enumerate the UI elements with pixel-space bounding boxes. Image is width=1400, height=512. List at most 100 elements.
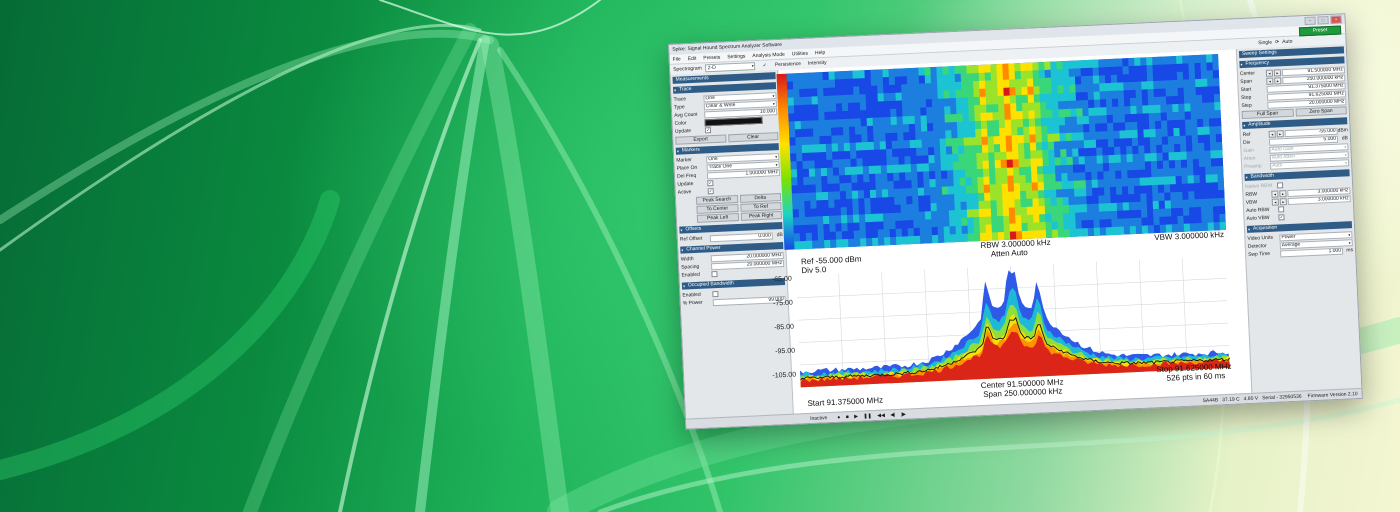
spectrogram-cell (1210, 158, 1218, 167)
zero-span-button[interactable]: Zero Span (1295, 106, 1347, 117)
spectrogram-cell (1093, 219, 1101, 229)
spectrogram-cell (1039, 214, 1046, 223)
spectrogram-cell (901, 92, 909, 101)
spectrogram-cell (1111, 210, 1118, 220)
peak-right-button[interactable]: Peak Right (740, 211, 783, 221)
spectrogram-cell (789, 145, 797, 155)
span-up-icon[interactable]: ▸ (1274, 76, 1282, 85)
vbw-down-icon[interactable]: ◂ (1271, 197, 1279, 206)
status-state: Inactive (809, 414, 828, 422)
menu-file[interactable]: File (673, 56, 681, 62)
auto-vbw-checkbox[interactable]: ✓ (1278, 214, 1285, 221)
spectrogram-cell (1008, 199, 1016, 209)
spectrogram-cell (1037, 174, 1045, 183)
ref-down-icon[interactable]: ◂ (1268, 130, 1276, 138)
swp-time-input[interactable]: 1.000 (1279, 247, 1344, 257)
spectrogram-cell (1170, 208, 1178, 217)
spectrogram-cell (794, 113, 802, 122)
spectrum-plot[interactable]: Ref -55.000 dBm Div 5.0 RBW 3.000000 kHz… (794, 230, 1242, 408)
spectrogram-cell (1011, 127, 1019, 137)
spectrogram-cell (1042, 149, 1050, 159)
spectrogram-cell (859, 222, 867, 231)
spectrogram-cell (960, 73, 968, 83)
menu-help[interactable]: Help (815, 49, 826, 55)
spectrogram-cell (918, 67, 926, 77)
single-button[interactable]: Single (1258, 40, 1272, 47)
marker-active-checkbox[interactable]: ✓ (707, 188, 714, 195)
marker-update-checkbox[interactable]: ✓ (707, 180, 714, 187)
maximize-icon[interactable]: □ (1317, 16, 1329, 25)
clear-button[interactable]: Clear (727, 132, 779, 143)
rewind-icon[interactable]: ◀◀ (877, 412, 885, 418)
spectrogram-cell (941, 170, 948, 180)
pause-icon[interactable]: ❚❚ (863, 413, 872, 419)
spectrogram-cell (1039, 85, 1047, 95)
spectrogram-cell (925, 219, 933, 229)
stop-icon[interactable]: ■ (846, 414, 849, 420)
vbw-up-icon[interactable]: ▸ (1279, 197, 1287, 205)
cp-enabled-checkbox[interactable] (711, 270, 718, 278)
rbw-down-icon[interactable]: ◂ (1271, 189, 1279, 198)
obw-enabled-checkbox[interactable] (712, 290, 719, 298)
spectrogram-cell (1092, 195, 1100, 205)
spectrogram-cell (1059, 141, 1067, 150)
native-rbw-checkbox[interactable] (1276, 182, 1284, 189)
spectrogram-cell (1172, 111, 1180, 121)
spectrogram-cell (1009, 95, 1017, 105)
spectrogram-cell (1087, 99, 1095, 109)
spectrogram-cell (909, 147, 917, 157)
ref-offset-input[interactable]: 0.000 (709, 231, 773, 242)
spectrogram-cell (1010, 119, 1018, 129)
spectrogram-cell (1113, 130, 1121, 140)
spectrogram-cell (803, 192, 811, 202)
ref-up-icon[interactable]: ▸ (1276, 129, 1284, 137)
ref-unit-select[interactable]: dBm (1337, 127, 1348, 133)
menu-presets[interactable]: Presets (703, 54, 720, 61)
spectrogram-cell (1135, 217, 1143, 227)
menu-edit[interactable]: Edit (688, 55, 697, 61)
spectrogram-cell (1120, 162, 1128, 172)
spectrogram-cell (968, 121, 976, 130)
step-back-icon[interactable]: ◀| (890, 412, 895, 418)
y-tick-label: -65.00 (771, 275, 792, 284)
menu-utilities[interactable]: Utilities (792, 50, 808, 57)
spectrogram-cell (1080, 204, 1088, 213)
spectrogram-cell (1095, 139, 1103, 149)
spectrogram-cell (893, 188, 901, 198)
spectrogram-cell (875, 173, 882, 183)
auto-button[interactable]: Auto (1282, 39, 1293, 45)
export-button[interactable]: Export (675, 134, 727, 145)
spectrogram-cell (1143, 129, 1151, 139)
menu-analysis-mode[interactable]: Analysis Mode (752, 51, 785, 58)
peak-left-button[interactable]: Peak Left (696, 212, 739, 223)
update-checkbox[interactable]: ✓ (704, 127, 712, 134)
rbw-up-icon[interactable]: ▸ (1279, 189, 1287, 197)
spectrogram-view[interactable] (786, 54, 1227, 250)
spectrogram-cell (870, 213, 878, 223)
minimize-icon[interactable]: – (1304, 16, 1316, 26)
refresh-icon[interactable]: ⟳ (1275, 39, 1279, 45)
menu-settings[interactable]: Settings (727, 53, 745, 60)
spectrogram-cell (832, 159, 840, 169)
center-down-icon[interactable]: ◂ (1265, 69, 1274, 77)
spectrogram-cell (978, 80, 986, 90)
preset-button[interactable]: Preset (1298, 25, 1342, 37)
auto-rbw-checkbox[interactable] (1277, 206, 1285, 213)
spectrogram-cell (1026, 206, 1034, 216)
spectrogram-cell (923, 179, 931, 189)
full-span-button[interactable]: Full Span (1241, 108, 1294, 120)
spectrogram-cell (1092, 75, 1100, 85)
spectrogram-cell (1038, 206, 1046, 215)
center-up-icon[interactable]: ▸ (1273, 68, 1282, 77)
play-icon[interactable]: ▶ (854, 413, 858, 419)
spectrogram-cell (1062, 204, 1070, 214)
close-icon[interactable]: × (1330, 15, 1342, 24)
persistence-check-icon[interactable]: ✓ (763, 63, 767, 69)
span-down-icon[interactable]: ◂ (1266, 77, 1274, 85)
spectrogram-cell (857, 182, 865, 192)
spectrogram-cell (848, 110, 856, 120)
step-forward-icon[interactable]: |▶ (901, 411, 906, 417)
record-icon[interactable]: ● (837, 414, 840, 420)
spectrogram-cell (929, 170, 936, 180)
spectrogram-cell (834, 215, 842, 225)
